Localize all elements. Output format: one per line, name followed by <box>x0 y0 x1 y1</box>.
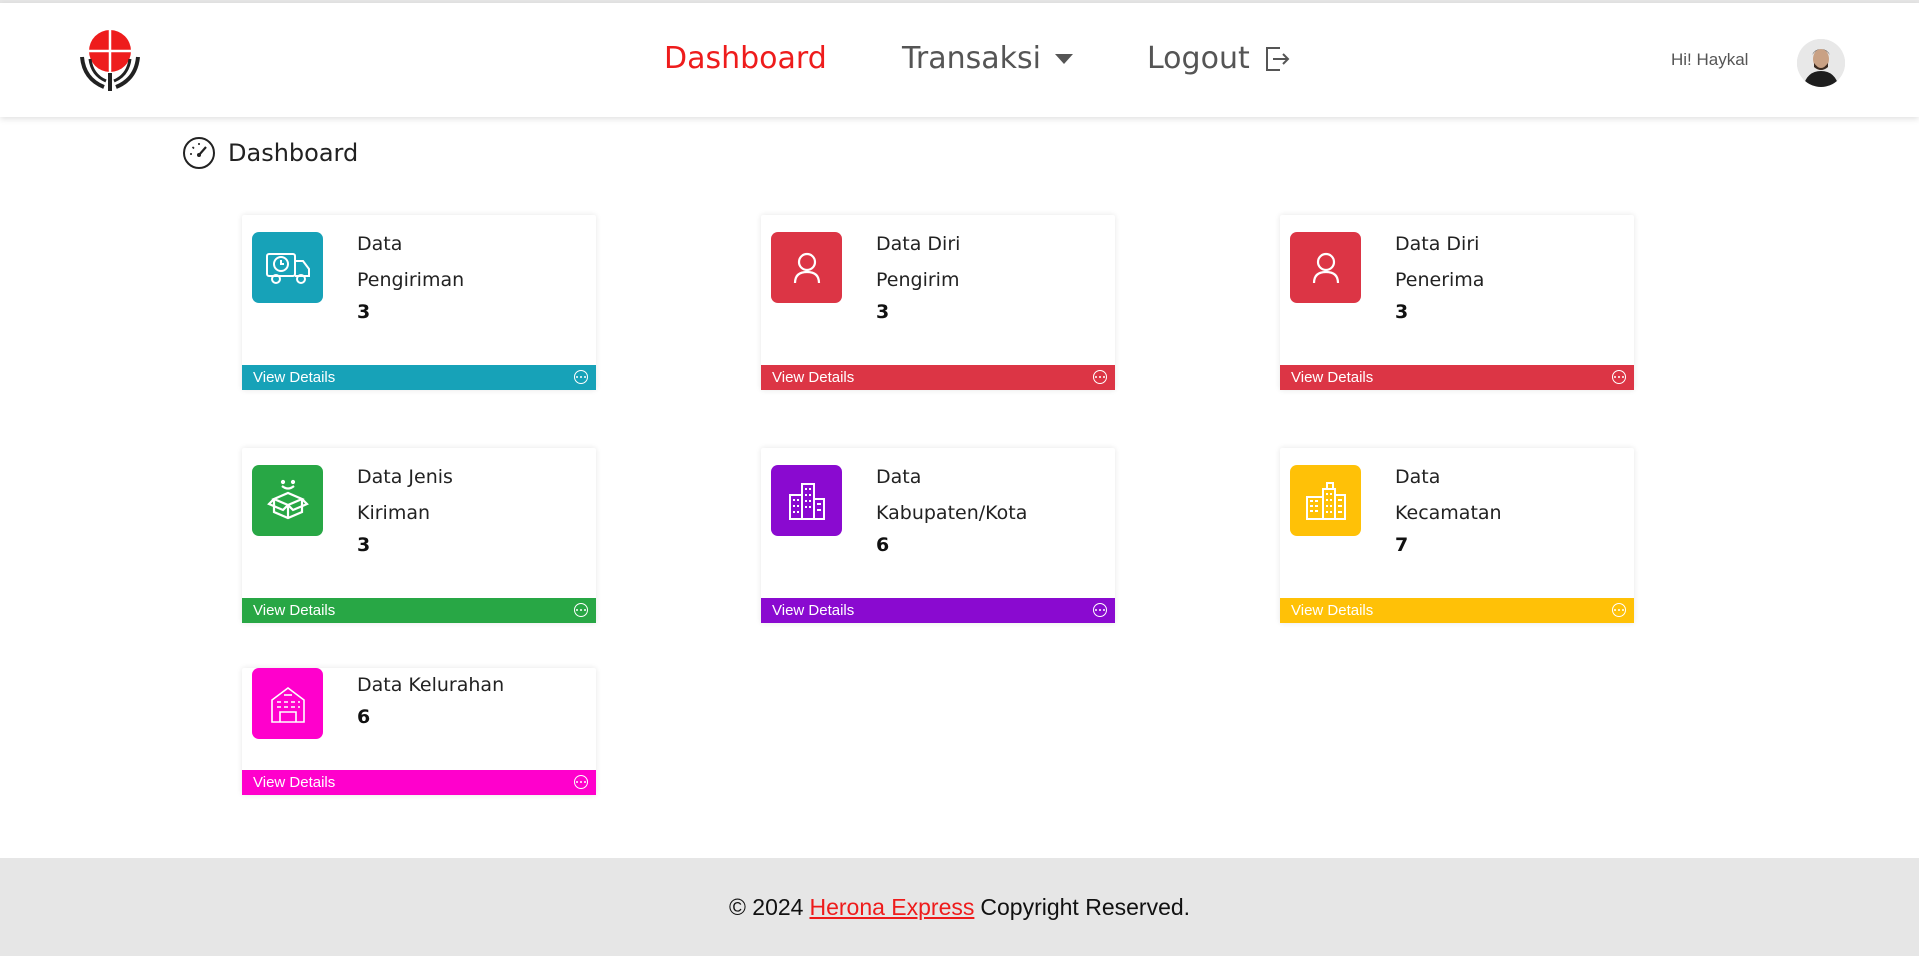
brand-logo[interactable] <box>78 29 142 93</box>
card-title-line1: Data <box>357 233 403 255</box>
card-data-jenis-kiriman[interactable]: Data Jenis Kiriman 3 View Details <box>242 448 596 623</box>
card-title-line1: Data Diri <box>876 233 961 255</box>
office-buildings-icon <box>1290 465 1361 536</box>
view-details-link[interactable]: View Details <box>761 365 1115 390</box>
card-data-kecamatan[interactable]: Data Kecamatan 7 View Details <box>1280 448 1634 623</box>
view-details-label: View Details <box>253 602 336 619</box>
truck-clock-icon <box>252 232 323 303</box>
speedometer-icon <box>183 137 215 169</box>
card-title-line2: Kabupaten/Kota <box>876 502 1028 524</box>
more-options-icon <box>1093 603 1107 617</box>
nav-dashboard-label: Dashboard <box>664 41 827 76</box>
card-title-line2: Penerima <box>1395 269 1485 291</box>
card-count: 3 <box>876 301 890 323</box>
card-data-kabupaten-kota[interactable]: Data Kabupaten/Kota 6 View Details <box>761 448 1115 623</box>
view-details-link[interactable]: View Details <box>761 598 1115 623</box>
user-icon <box>1290 232 1361 303</box>
more-options-icon <box>574 370 588 384</box>
nav-transaksi-dropdown[interactable]: Transaksi <box>902 41 1073 76</box>
open-box-icon <box>252 465 323 536</box>
view-details-link[interactable]: View Details <box>1280 365 1634 390</box>
view-details-link[interactable]: View Details <box>242 598 596 623</box>
more-options-icon <box>574 775 588 789</box>
copyright-text: Copyright Reserved. <box>980 893 1191 920</box>
card-count: 3 <box>1395 301 1409 323</box>
caret-down-icon <box>1055 53 1073 64</box>
logout-icon <box>1264 45 1290 73</box>
view-details-link[interactable]: View Details <box>242 770 596 795</box>
view-details-label: View Details <box>772 602 855 619</box>
page-title: Dashboard <box>182 136 358 170</box>
page-footer: © 2024 Herona Express Copyright Reserved… <box>0 858 1919 956</box>
card-title-line2: Pengirim <box>876 269 960 291</box>
user-greeting: Hi! Haykal <box>1671 50 1749 69</box>
navbar: Dashboard Transaksi Logout Hi! Haykal <box>0 3 1919 117</box>
card-count: 3 <box>357 301 371 323</box>
card-title-line2: Pengiriman <box>357 269 465 291</box>
view-details-label: View Details <box>1291 602 1374 619</box>
view-details-link[interactable]: View Details <box>242 365 596 390</box>
nav-logout-label: Logout <box>1147 41 1250 76</box>
card-title-line1: Data Jenis <box>357 466 453 488</box>
card-title-line2: Kiriman <box>357 502 431 524</box>
city-buildings-icon <box>771 465 842 536</box>
hotel-building-icon <box>252 668 323 739</box>
card-count: 6 <box>357 706 371 728</box>
card-title-line2: Kecamatan <box>1395 502 1502 524</box>
view-details-link[interactable]: View Details <box>1280 598 1634 623</box>
card-count: 3 <box>357 534 371 556</box>
user-avatar[interactable] <box>1797 39 1845 87</box>
more-options-icon <box>1612 370 1626 384</box>
brand-link[interactable]: Herona Express <box>809 894 974 921</box>
card-data-kelurahan[interactable]: Data Kelurahan 6 View Details <box>242 668 596 795</box>
card-data-diri-pengirim[interactable]: Data Diri Pengirim 3 View Details <box>761 215 1115 390</box>
view-details-label: View Details <box>253 369 336 386</box>
more-options-icon <box>574 603 588 617</box>
card-data-pengiriman[interactable]: Data Pengiriman 3 View Details <box>242 215 596 390</box>
more-options-icon <box>1612 603 1626 617</box>
copyright-year: © 2024 <box>728 893 804 920</box>
nav-transaksi-label: Transaksi <box>902 41 1041 76</box>
card-title-line1: Data Diri <box>1395 233 1480 255</box>
view-details-label: View Details <box>1291 369 1374 386</box>
page-title-text: Dashboard <box>228 139 359 167</box>
card-data-diri-penerima[interactable]: Data Diri Penerima 3 View Details <box>1280 215 1634 390</box>
view-details-label: View Details <box>772 369 855 386</box>
nav-dashboard[interactable]: Dashboard <box>664 41 827 76</box>
card-title-line1: Data <box>876 466 922 488</box>
user-icon <box>771 232 842 303</box>
card-title-line1: Data <box>1395 466 1441 488</box>
view-details-label: View Details <box>253 774 336 791</box>
card-title-line1: Data Kelurahan <box>357 674 505 696</box>
card-count: 6 <box>876 534 890 556</box>
card-count: 7 <box>1395 534 1409 556</box>
nav-logout[interactable]: Logout <box>1147 41 1290 76</box>
more-options-icon <box>1093 370 1107 384</box>
